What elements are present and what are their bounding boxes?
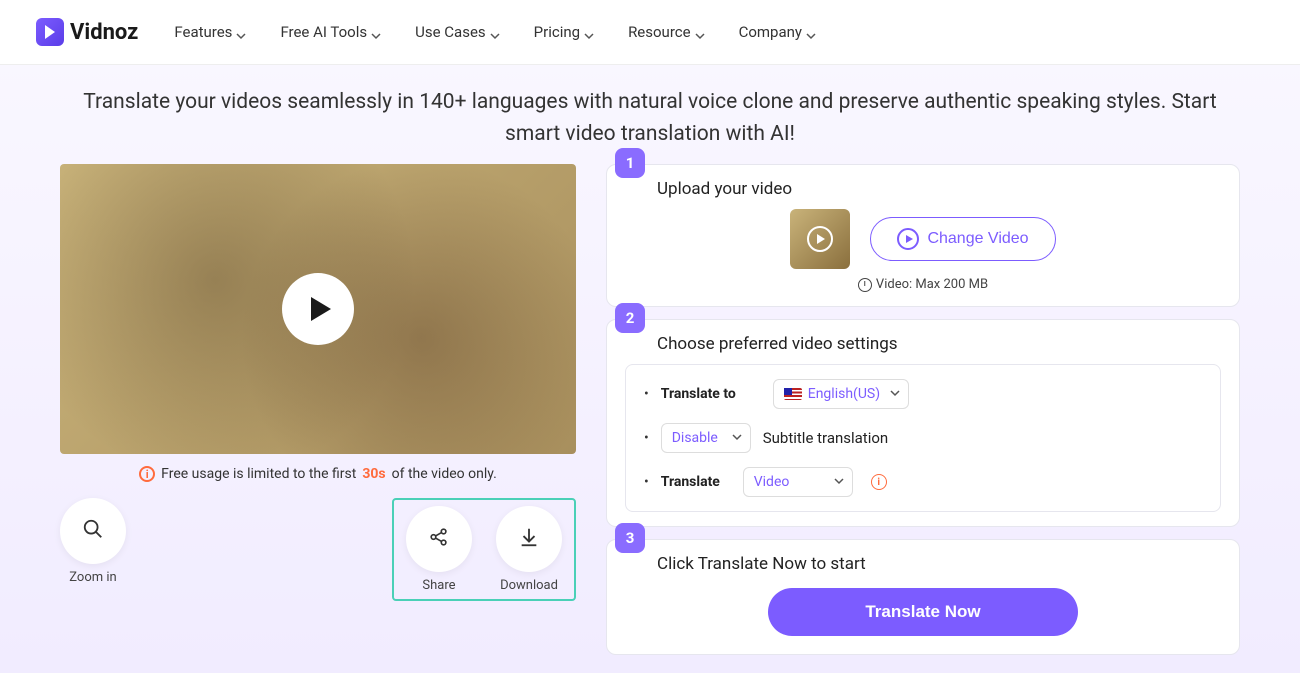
play-outline-icon: [897, 228, 919, 250]
download-button[interactable]: Download: [496, 506, 562, 593]
chevron-down-icon: [236, 27, 246, 37]
play-icon[interactable]: [282, 273, 354, 345]
logo[interactable]: Vidnoz: [36, 18, 138, 46]
nav-free-tools[interactable]: Free AI Tools: [280, 23, 381, 41]
step-title: Click Translate Now to start: [657, 554, 1221, 574]
video-actions: Zoom in Share Download: [60, 498, 576, 601]
left-column: i Free usage is limited to the first 30s…: [60, 164, 576, 655]
nav-use-cases[interactable]: Use Cases: [415, 23, 500, 41]
header: Vidnoz Features Free AI Tools Use Cases …: [0, 0, 1300, 65]
subtitle-label: Subtitle translation: [763, 429, 888, 447]
hero-text: Translate your videos seamlessly in 140+…: [0, 65, 1300, 164]
download-icon: [518, 526, 540, 552]
video-thumbnail[interactable]: [790, 209, 850, 269]
chevron-down-icon: [584, 27, 594, 37]
language-select[interactable]: English(US): [773, 379, 909, 409]
step-title: Choose preferred video settings: [657, 334, 1221, 354]
step-number: 2: [615, 303, 645, 333]
main-nav: Features Free AI Tools Use Cases Pricing…: [174, 23, 816, 41]
translate-label: Translate: [661, 474, 731, 490]
main: i Free usage is limited to the first 30s…: [0, 164, 1300, 655]
step-3: 3 Click Translate Now to start Translate…: [606, 539, 1240, 655]
play-icon: [807, 226, 833, 252]
chevron-down-icon: [490, 27, 500, 37]
change-video-button[interactable]: Change Video: [870, 217, 1055, 261]
settings-panel: • Translate to English(US) • Disable Sub…: [625, 364, 1221, 512]
step-1: 1 Upload your video Change Video Video: …: [606, 164, 1240, 307]
translate-now-button[interactable]: Translate Now: [768, 588, 1078, 636]
chevron-down-icon: [890, 386, 900, 402]
share-button[interactable]: Share: [406, 506, 472, 593]
usage-notice: i Free usage is limited to the first 30s…: [139, 466, 497, 482]
clock-icon: [858, 278, 872, 292]
step-title: Upload your video: [657, 179, 1221, 199]
logo-text: Vidnoz: [70, 20, 138, 45]
chevron-down-icon: [695, 27, 705, 37]
nav-company[interactable]: Company: [739, 23, 816, 41]
nav-features[interactable]: Features: [174, 23, 246, 41]
info-icon[interactable]: i: [871, 474, 887, 490]
video-limit: Video: Max 200 MB: [625, 277, 1221, 292]
share-icon: [428, 526, 450, 552]
chevron-down-icon: [371, 27, 381, 37]
zoom-in-button[interactable]: Zoom in: [60, 498, 126, 585]
search-icon: [82, 518, 104, 544]
us-flag-icon: [784, 388, 802, 400]
right-column: 1 Upload your video Change Video Video: …: [606, 164, 1240, 655]
logo-icon: [36, 18, 64, 46]
step-number: 3: [615, 523, 645, 553]
translate-type-select[interactable]: Video: [743, 467, 853, 497]
nav-resource[interactable]: Resource: [628, 23, 705, 41]
step-2: 2 Choose preferred video settings • Tran…: [606, 319, 1240, 527]
chevron-down-icon: [806, 27, 816, 37]
chevron-down-icon: [732, 430, 742, 446]
translate-to-label: Translate to: [661, 386, 761, 402]
share-download-group: Share Download: [392, 498, 576, 601]
chevron-down-icon: [834, 474, 844, 490]
subtitle-select[interactable]: Disable: [661, 423, 751, 453]
video-preview[interactable]: [60, 164, 576, 454]
step-number: 1: [615, 148, 645, 178]
nav-pricing[interactable]: Pricing: [534, 23, 594, 41]
info-icon: i: [139, 466, 155, 482]
